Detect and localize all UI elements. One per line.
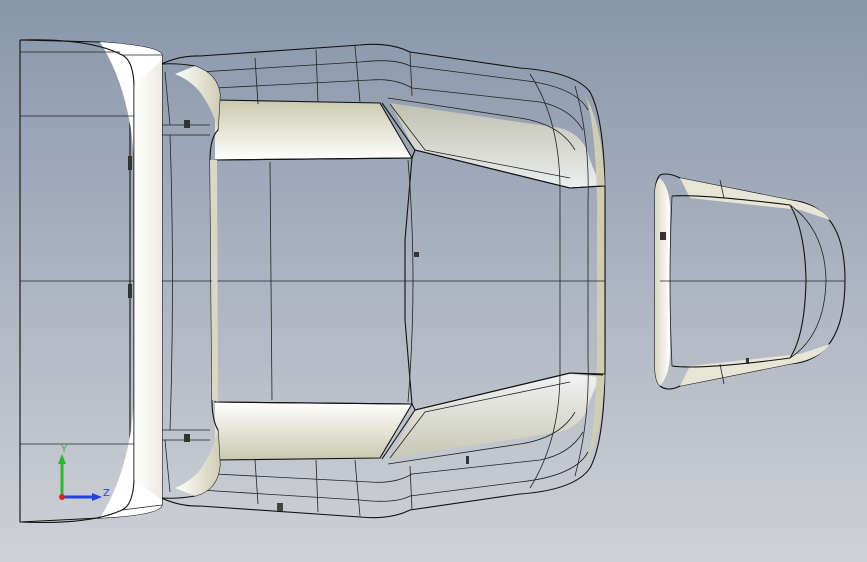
y-axis-label: Y xyxy=(60,444,68,455)
z-axis-arrow xyxy=(92,493,102,501)
z-axis-label: Z xyxy=(103,488,110,499)
seat-pad-separate[interactable] xyxy=(654,173,846,390)
y-axis-arrow xyxy=(58,454,66,464)
cad-graphics-viewport[interactable]: Y Z xyxy=(0,0,867,562)
seat-backrest[interactable] xyxy=(19,39,163,524)
model-canvas[interactable]: Y Z xyxy=(0,0,867,562)
x-axis-dot xyxy=(59,494,65,500)
axis-triad-icon: Y Z xyxy=(58,444,110,501)
